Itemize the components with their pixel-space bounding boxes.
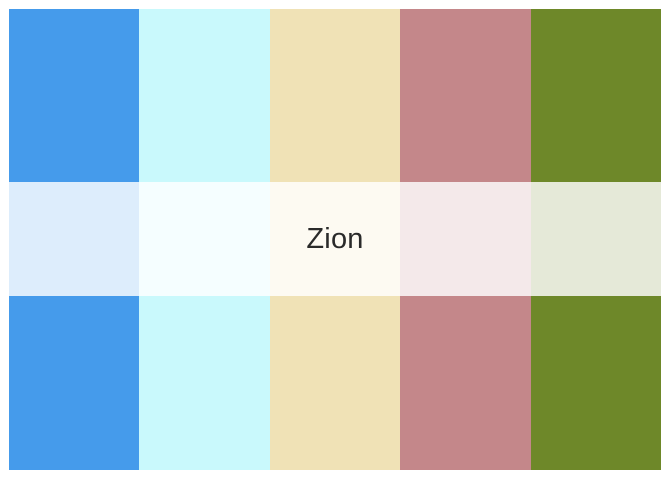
palette-name-band: Zion [9, 182, 661, 296]
palette-name: Zion [306, 222, 364, 255]
